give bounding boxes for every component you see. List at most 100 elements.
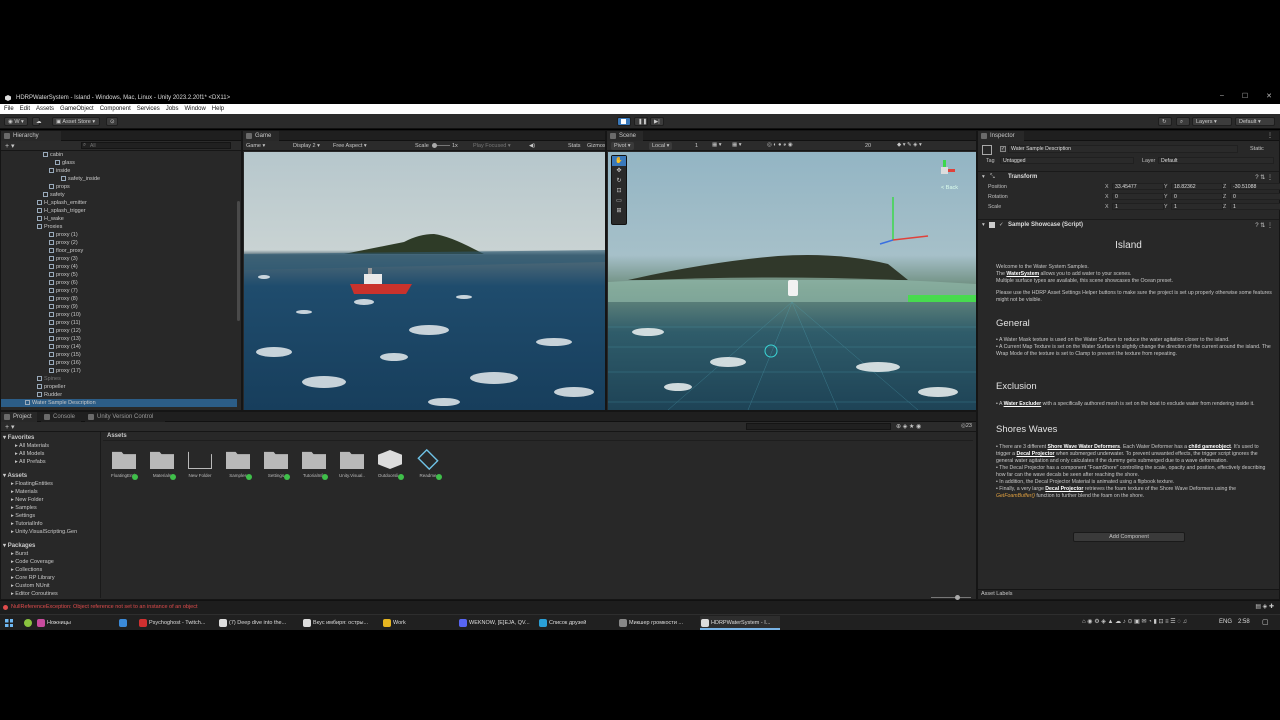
minimize-button[interactable]: – [1220,92,1224,100]
hierarchy-item[interactable]: glass [55,159,75,167]
taskbar-item[interactable]: Ножницы [36,616,112,630]
asset-tile[interactable]: FloatingEnti... [111,450,138,480]
status-icons[interactable]: ▤ ◈ ✚ [1255,603,1274,610]
windows-start-icon[interactable] [5,619,13,627]
asset-tile[interactable]: Samples [225,450,252,480]
favorite-item[interactable]: ▸ All Materials [15,442,49,450]
grid-snap-value[interactable]: 1 [695,143,698,149]
hierarchy-item[interactable]: proxy (10) [49,311,81,319]
hierarchy-scrollbar[interactable] [237,201,240,321]
icon-size-slider[interactable] [931,595,971,600]
hierarchy-item[interactable]: H_wake [37,215,64,223]
hierarchy-item[interactable]: proxy (16) [49,359,81,367]
water-excluder-link[interactable]: Water Excluder [1004,401,1042,407]
snap-icon[interactable]: ▦ ▾ [732,142,742,148]
asset-folder-item[interactable]: ▸ Unity.VisualScripting.Gen [11,528,77,536]
asset-tile[interactable]: Readme [415,448,442,480]
hierarchy-search-input[interactable] [81,142,231,149]
watersystem-link[interactable]: WaterSystem [1006,271,1039,277]
language-indicator[interactable]: ENG [1219,619,1232,625]
unity-version-control-button[interactable]: ⊙ [106,117,118,126]
local-toggle[interactable]: Local ▾ [649,142,673,150]
packages-section[interactable]: ▾ Packages [3,542,35,550]
hierarchy-item[interactable]: proxy (5) [49,271,78,279]
asset-store-button[interactable]: ▣ Asset Store ▾ [52,117,100,126]
grid-icon[interactable]: ▦ ▾ [712,142,722,148]
tab-console[interactable]: Console [41,412,81,422]
scene-tool-palette[interactable]: ✋ ✥ ↻ ⊡ ▭ ⊞ [611,155,627,225]
hierarchy-item[interactable]: proxy (11) [49,319,80,327]
rotate-tool-icon[interactable]: ↻ [612,176,626,186]
hierarchy-item[interactable]: Spines [37,375,61,383]
add-object-button[interactable]: + ▾ [5,142,15,150]
step-button[interactable]: ▶| [650,117,664,126]
favorites-section[interactable]: ▾ Favorites [3,434,34,442]
hierarchy-item[interactable]: proxy (13) [49,335,81,343]
camera-fov[interactable]: 20 [865,143,871,149]
menu-jobs[interactable]: Jobs [166,106,179,112]
asset-folder-item[interactable]: ▸ Settings [11,512,35,520]
package-item[interactable]: ▸ Custom NUnit [11,582,50,590]
asset-labels-bar[interactable]: Asset Labels [978,589,1279,599]
pivot-toggle[interactable]: Pivot ▾ [611,142,634,150]
shore-wave-deformers-link[interactable]: Shore Wave Water Deformers [1048,444,1121,450]
hierarchy-item[interactable]: cabin [43,151,63,159]
hierarchy-item[interactable]: proxy (14) [49,343,81,351]
scale-tool-icon[interactable]: ⊡ [612,186,626,196]
hierarchy-item[interactable]: H_splash_trigger [37,207,86,215]
transform-menu-icon[interactable]: ? ⇅ ⋮ [1255,174,1273,181]
hierarchy-item[interactable]: proxy (12) [49,327,81,335]
app-pinned-icon[interactable] [24,619,32,627]
asset-folder-item[interactable]: ▸ FloatingEntities [11,480,53,488]
asset-folder-item[interactable]: ▸ Materials [11,488,38,496]
breadcrumb-assets[interactable]: Assets [107,433,127,439]
back-button[interactable]: < Back [941,185,958,191]
menu-gameobject[interactable]: GameObject [60,106,94,112]
child-gameobject-link[interactable]: child gameobject [1189,444,1231,450]
move-tool-icon[interactable]: ✥ [612,166,626,176]
scale-slider[interactable] [432,143,450,148]
taskbar-item[interactable]: Psychoghost - Twitch... [138,616,216,630]
menu-services[interactable]: Services [137,106,160,112]
create-asset-button[interactable]: + ▾ [5,423,15,431]
static-toggle[interactable]: Static [1250,146,1264,152]
tab-project[interactable]: Project [1,412,37,422]
tab-unity-version-control[interactable]: Unity Version Control [85,412,165,422]
hierarchy-item[interactable]: proxy (9) [49,303,78,311]
transform-scale-z-field[interactable]: 1 [1230,203,1280,210]
game-viewport[interactable] [244,152,605,410]
object-name-field[interactable]: Water Sample Description [1008,145,1238,153]
display-dropdown[interactable]: Display 2 ▾ [293,143,320,149]
maximize-button[interactable]: ☐ [1242,92,1248,100]
tag-dropdown[interactable]: Untagged [1000,157,1134,164]
favorite-item[interactable]: ▸ All Prefabs [15,458,46,466]
clock[interactable]: 2:58 [1238,619,1250,625]
hierarchy-item[interactable]: props [49,183,70,191]
asset-tile[interactable]: Settings [263,450,290,480]
transform-scale-y-field[interactable]: 1 [1171,203,1223,210]
pause-button[interactable]: ❚❚ [634,117,648,126]
project-search-input[interactable] [746,423,891,430]
package-item[interactable]: ▸ Core RP Library [11,574,55,582]
hierarchy-item[interactable]: floor_proxy [49,247,83,255]
hand-tool-icon[interactable]: ✋ [612,156,626,166]
asset-tile[interactable]: Outdoorsli... [377,450,404,480]
transform-rotation-z-field[interactable]: 0 [1230,193,1280,200]
menu-component[interactable]: Component [100,106,131,112]
assets-section[interactable]: ▾ Assets [3,472,27,480]
hierarchy-item[interactable]: proxy (2) [49,239,78,247]
transform-foldout[interactable]: ▾ [982,174,985,180]
hierarchy-item[interactable]: Water Sample Description [1,399,237,407]
taskbar-item[interactable]: Вкус имбиря: остры... [302,616,378,630]
filter-icons[interactable]: ⊕ ◈ ★ ◉ [896,423,921,430]
layout-dropdown[interactable]: Default ▾ [1235,117,1275,126]
taskbar-item[interactable] [118,616,134,630]
history-button[interactable]: ↻ [1158,117,1172,126]
console-error-message[interactable]: NullReferenceException: Object reference… [11,604,198,610]
asset-tile[interactable]: TutorialInfo [301,450,328,480]
transform-rotation-x-field[interactable]: 0 [1112,193,1164,200]
play-focused-dropdown[interactable]: Play Focused ▾ [473,143,511,149]
rect-tool-icon[interactable]: ▭ [612,196,626,206]
tab-scene[interactable]: Scene [607,131,643,141]
script-menu-icon[interactable]: ? ⇅ ⋮ [1255,222,1273,229]
